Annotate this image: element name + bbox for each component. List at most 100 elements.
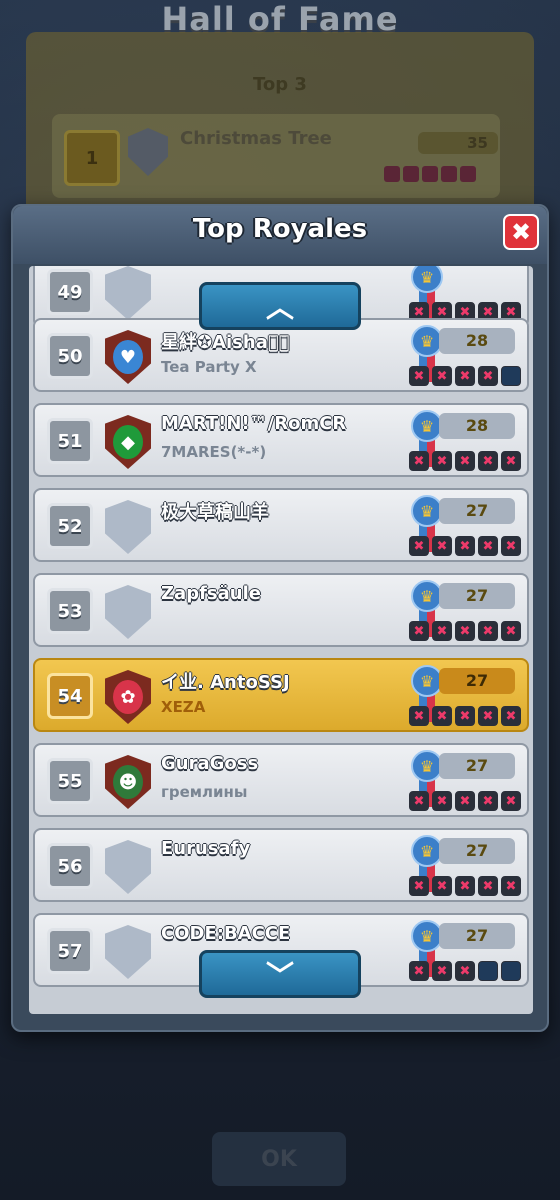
crown-score: 27 bbox=[439, 498, 515, 524]
loss-cross-icon: ✖ bbox=[455, 366, 475, 386]
loss-cross-icon: ✖ bbox=[409, 536, 429, 556]
empty-slot-icon bbox=[501, 961, 521, 981]
crown-score: 27 bbox=[439, 583, 515, 609]
clan-badge-icon: ☻ bbox=[105, 755, 151, 809]
player-row[interactable]: 54 ✿ イ业. AntoSSJ XEZA ♛ 27 ✖ ✖ ✖ ✖ ✖ bbox=[33, 658, 529, 732]
loss-cross-icon: ✖ bbox=[409, 451, 429, 471]
player-name: 星絆✪Aisha⃝⃝ bbox=[161, 332, 290, 353]
loss-cross-icon: ✖ bbox=[409, 621, 429, 641]
loss-cross-icon: ✖ bbox=[478, 621, 498, 641]
battle-results: ✖ ✖ ✖ ✖ ✖ bbox=[409, 876, 521, 896]
battle-results: ✖ ✖ ✖ ✖ ✖ bbox=[409, 621, 521, 641]
loss-cross-icon: ✖ bbox=[432, 451, 452, 471]
loss-cross-icon: ✖ bbox=[409, 791, 429, 811]
empty-slot-icon bbox=[478, 961, 498, 981]
loss-cross-icon: ✖ bbox=[409, 366, 429, 386]
player-rank: 49 bbox=[47, 269, 93, 315]
player-row[interactable]: 51 ◆ MART!N!™/RomCR 7MARES(*-*) ♛ 28 ✖ ✖ ✖ ✖ ✖ bbox=[33, 403, 529, 477]
crown-score: 27 bbox=[439, 668, 515, 694]
loss-cross-icon: ✖ bbox=[455, 706, 475, 726]
top-3-label: Top 3 bbox=[253, 74, 307, 95]
loss-cross-icon: ✖ bbox=[432, 706, 452, 726]
player-row[interactable]: 53 Zapfsäule ♛ 27 ✖ ✖ ✖ ✖ ✖ bbox=[33, 573, 529, 647]
loss-cross-icon: ✖ bbox=[455, 621, 475, 641]
loss-cross-icon: ✖ bbox=[409, 706, 429, 726]
battle-results: ✖ ✖ ✖ ✖ bbox=[409, 366, 521, 386]
loss-cross-icon: ✖ bbox=[409, 961, 429, 981]
loss-cross-icon: ✖ bbox=[501, 876, 521, 896]
loss-cross-icon: ✖ bbox=[432, 621, 452, 641]
loss-cross-icon: ✖ bbox=[501, 791, 521, 811]
close-icon: ✖ bbox=[510, 218, 532, 246]
crown-score: 27 bbox=[439, 753, 515, 779]
clan-badge-icon: ✿ bbox=[105, 670, 151, 724]
clan-badge-icon bbox=[105, 266, 151, 320]
modal-title: Top Royales bbox=[192, 214, 368, 244]
player-rank: 54 bbox=[47, 673, 93, 719]
player-row[interactable]: 56 Eurusafy ♛ 27 ✖ ✖ ✖ ✖ ✖ bbox=[33, 828, 529, 902]
ok-button: OK bbox=[212, 1132, 346, 1186]
chevron-up-icon: ︿ bbox=[265, 291, 294, 324]
player-name: MART!N!™/RomCR bbox=[161, 413, 347, 434]
clan-badge-icon bbox=[105, 840, 151, 894]
loss-cross-icon: ✖ bbox=[455, 791, 475, 811]
crown-score: 27 bbox=[439, 838, 515, 864]
loss-cross-icon: ✖ bbox=[478, 876, 498, 896]
player-rank: 51 bbox=[47, 418, 93, 464]
clan-name: гремлины bbox=[161, 783, 248, 801]
chevron-down-icon: ﹀ bbox=[265, 959, 294, 992]
loss-cross-icon: ✖ bbox=[501, 451, 521, 471]
clan-name: 7MARES(*-*) bbox=[161, 443, 267, 461]
loss-cross-icon: ✖ bbox=[501, 536, 521, 556]
player-rank: 52 bbox=[47, 503, 93, 549]
loss-cross-icon: ✖ bbox=[455, 876, 475, 896]
battle-results: ✖ ✖ ✖ bbox=[409, 961, 521, 981]
scroll-up-button[interactable]: ︿ bbox=[199, 282, 361, 330]
crown-score: 27 bbox=[439, 923, 515, 949]
player-rank: 50 bbox=[47, 333, 93, 379]
crown-score: 28 bbox=[439, 328, 515, 354]
player-rank: 55 bbox=[47, 758, 93, 804]
scroll-down-button[interactable]: ﹀ bbox=[199, 950, 361, 998]
clan-badge-icon bbox=[105, 585, 151, 639]
crown-score: 28 bbox=[439, 413, 515, 439]
loss-cross-icon: ✖ bbox=[432, 536, 452, 556]
top-1-rank: 1 bbox=[64, 130, 120, 186]
battle-results: ✖ ✖ ✖ ✖ ✖ bbox=[409, 536, 521, 556]
top-1-score: 35 bbox=[418, 132, 498, 154]
player-row[interactable]: 52 极大草稿山羊 ♛ 27 ✖ ✖ ✖ ✖ ✖ bbox=[33, 488, 529, 562]
player-name: 极大草稿山羊 bbox=[161, 502, 269, 523]
loss-cross-icon: ✖ bbox=[478, 706, 498, 726]
loss-cross-icon: ✖ bbox=[501, 706, 521, 726]
loss-cross-icon: ✖ bbox=[432, 961, 452, 981]
player-name: Eurusafy bbox=[161, 838, 251, 859]
loss-cross-icon: ✖ bbox=[432, 876, 452, 896]
clan-badge-icon: ◆ bbox=[105, 415, 151, 469]
player-name: CODE:BACCE bbox=[161, 923, 291, 944]
battle-results: ✖ ✖ ✖ ✖ ✖ bbox=[409, 451, 521, 471]
loss-cross-icon: ✖ bbox=[478, 791, 498, 811]
top-1-name: Christmas Tree bbox=[180, 128, 332, 149]
battle-results: ✖ ✖ ✖ ✖ ✖ bbox=[409, 706, 521, 726]
close-button[interactable]: ✖ bbox=[503, 214, 539, 250]
top-1-results bbox=[384, 166, 476, 182]
clan-name: XEZA bbox=[161, 698, 206, 716]
loss-cross-icon: ✖ bbox=[478, 536, 498, 556]
loss-cross-icon: ✖ bbox=[455, 451, 475, 471]
loss-cross-icon: ✖ bbox=[409, 876, 429, 896]
player-rank: 57 bbox=[47, 928, 93, 974]
clan-badge-icon bbox=[105, 500, 151, 554]
empty-slot-icon bbox=[501, 366, 521, 386]
crown-icon: ♛ bbox=[411, 266, 443, 293]
player-row[interactable]: 55 ☻ GuraGoss гремлины ♛ 27 ✖ ✖ ✖ ✖ ✖ bbox=[33, 743, 529, 817]
player-rank: 53 bbox=[47, 588, 93, 634]
player-name: イ业. AntoSSJ bbox=[161, 672, 290, 693]
loss-cross-icon: ✖ bbox=[432, 366, 452, 386]
leaderboard-list[interactable]: 49 ♛ ✖ ✖ ✖ ✖ ✖ 50 ♥ 星絆✪Aisha⃝⃝ Tea Party X ♛ 28 ✖ ✖ ✖ ✖ 5… bbox=[29, 266, 533, 1014]
clan-badge-icon bbox=[105, 925, 151, 979]
loss-cross-icon: ✖ bbox=[478, 451, 498, 471]
player-rank: 56 bbox=[47, 843, 93, 889]
clan-badge-icon: ♥ bbox=[105, 330, 151, 384]
loss-cross-icon: ✖ bbox=[432, 791, 452, 811]
player-name: Zapfsäule bbox=[161, 583, 261, 604]
